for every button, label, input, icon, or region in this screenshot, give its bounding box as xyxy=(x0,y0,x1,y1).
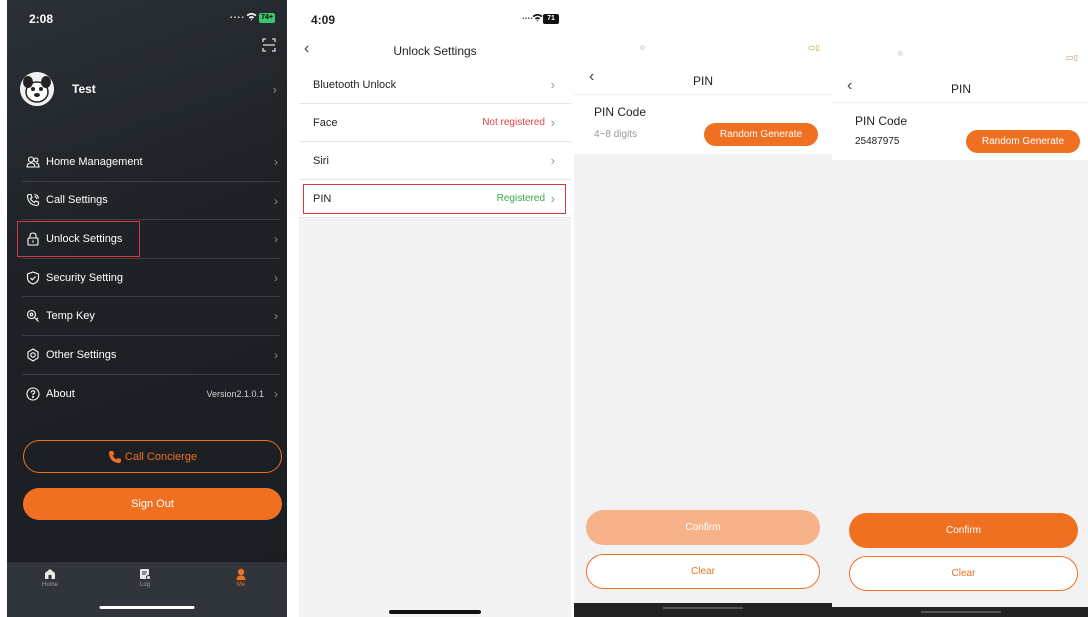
list-item-bluetooth-unlock[interactable]: Bluetooth Unlock › xyxy=(299,66,571,104)
list-item-label: Bluetooth Unlock xyxy=(313,78,397,91)
header: ▭▯ ‹ PIN xyxy=(832,42,1088,102)
chevron-right-icon: › xyxy=(272,82,277,97)
profile-name: Test xyxy=(72,82,96,96)
highlight-box xyxy=(303,184,566,214)
sign-out-button[interactable]: Sign Out xyxy=(23,488,282,520)
status-dot xyxy=(640,45,645,50)
home-indicator xyxy=(99,606,195,609)
pin-code-card: PIN Code 25487975 Random Generate xyxy=(832,102,1088,160)
question-icon xyxy=(26,387,40,401)
pin-screen-filled: ▭▯ ‹ PIN PIN Code 25487975 Random Genera… xyxy=(832,42,1088,617)
version-text: Version2.1.0.1 xyxy=(206,388,264,399)
menu-item-label: Security Setting xyxy=(46,271,124,284)
home-indicator xyxy=(832,607,1088,617)
status-time: 4:09 xyxy=(311,13,336,27)
chevron-right-icon: › xyxy=(274,309,278,324)
highlight-box xyxy=(17,221,140,257)
page-title: Unlock Settings xyxy=(393,44,477,58)
tab-bar: Home Log Me xyxy=(7,562,287,617)
call-concierge-label: Call Concierge xyxy=(124,450,198,463)
tab-home[interactable]: Home xyxy=(30,568,70,588)
menu-item-temp-key[interactable]: Temp Key › xyxy=(22,297,280,336)
tab-label: Home xyxy=(41,582,58,588)
user-icon xyxy=(235,568,247,580)
battery-icon: ▭▯ xyxy=(1066,53,1078,62)
tab-me[interactable]: Me xyxy=(221,568,261,588)
pin-input[interactable]: 4~8 digits xyxy=(594,129,637,140)
status-text: Not registered xyxy=(482,117,545,128)
menu-item-home-management[interactable]: Home Management › xyxy=(22,143,280,182)
clear-button[interactable]: Clear xyxy=(849,556,1078,591)
pin-code-card: PIN Code 4~8 digits Random Generate xyxy=(574,94,832,154)
status-dot xyxy=(898,51,903,56)
chevron-right-icon: › xyxy=(274,232,278,247)
phone-icon xyxy=(108,450,122,464)
avatar xyxy=(20,72,54,106)
clear-button[interactable]: Clear xyxy=(586,554,820,589)
header: ▭▯ ‹ PIN xyxy=(574,36,832,94)
battery-icon: ▭▯ xyxy=(808,43,820,52)
status-time: 2:08 xyxy=(29,12,54,26)
key-icon xyxy=(26,309,40,323)
random-generate-button[interactable]: Random Generate xyxy=(966,130,1080,153)
list-item-label: Siri xyxy=(313,154,329,167)
page-title: PIN xyxy=(950,82,971,96)
home-icon xyxy=(44,568,56,580)
tab-log[interactable]: Log xyxy=(125,568,165,588)
log-icon xyxy=(139,568,151,580)
tab-label: Log xyxy=(139,582,150,588)
status-bar: 2:08 .... 74+ xyxy=(7,10,287,30)
signal-dots: .... xyxy=(229,10,245,21)
shield-icon xyxy=(26,270,40,285)
pin-code-label: PIN Code xyxy=(855,114,908,128)
gear-icon xyxy=(26,348,40,362)
menu-item-other-settings[interactable]: Other Settings › xyxy=(22,336,280,375)
chevron-right-icon: › xyxy=(274,155,278,169)
wifi-icon xyxy=(532,13,543,25)
list-item-face[interactable]: Face Not registered › xyxy=(299,104,571,142)
users-icon xyxy=(26,155,40,169)
chevron-right-icon: › xyxy=(274,270,278,285)
wifi-icon xyxy=(246,12,257,24)
menu-item-label: Temp Key xyxy=(46,310,95,323)
battery-icon: 74+ xyxy=(259,13,275,23)
profile-row[interactable]: Test › xyxy=(20,72,277,108)
chevron-right-icon: › xyxy=(274,193,278,208)
scan-icon[interactable] xyxy=(262,38,276,52)
battery-icon: 71 xyxy=(543,14,559,24)
chevron-right-icon: › xyxy=(550,77,555,92)
confirm-button[interactable]: Confirm xyxy=(849,513,1078,548)
home-indicator xyxy=(389,610,481,614)
tab-label: Me xyxy=(236,582,246,588)
confirm-button[interactable]: Confirm xyxy=(586,510,820,545)
pin-input[interactable]: 25487975 xyxy=(855,136,900,147)
chevron-right-icon: › xyxy=(274,386,278,401)
menu-item-label: Other Settings xyxy=(46,348,117,361)
page-title: PIN xyxy=(692,74,713,88)
phone-icon xyxy=(26,193,40,207)
menu-item-label: About xyxy=(46,387,75,400)
menu-item-about[interactable]: About Version2.1.0.1 › xyxy=(22,375,280,414)
menu-item-label: Home Management xyxy=(46,155,143,168)
me-screen: 2:08 .... 74+ Test › Home Management › C… xyxy=(7,0,287,617)
random-generate-button[interactable]: Random Generate xyxy=(704,123,818,146)
list-item-label: Face xyxy=(313,116,338,129)
pin-screen-empty: ▭▯ ‹ PIN PIN Code 4~8 digits Random Gene… xyxy=(574,36,832,617)
home-indicator xyxy=(574,603,832,617)
chevron-right-icon: › xyxy=(274,347,278,362)
menu-item-call-settings[interactable]: Call Settings › xyxy=(22,182,280,221)
menu-item-label: Call Settings xyxy=(46,194,108,207)
chevron-right-icon: › xyxy=(550,153,555,168)
settings-menu: Home Management › Call Settings › Unlock… xyxy=(22,143,280,413)
chevron-right-icon: › xyxy=(550,115,555,130)
pin-code-label: PIN Code xyxy=(594,105,647,119)
call-concierge-button[interactable]: Call Concierge xyxy=(23,440,282,473)
menu-item-security-setting[interactable]: Security Setting › xyxy=(22,259,280,298)
unlock-settings-screen: 4:09 .... 71 ‹ Unlock Settings Bluetooth… xyxy=(299,0,571,617)
list-item-siri[interactable]: Siri › xyxy=(299,142,571,180)
status-bar: 4:09 .... 71 xyxy=(299,10,571,28)
